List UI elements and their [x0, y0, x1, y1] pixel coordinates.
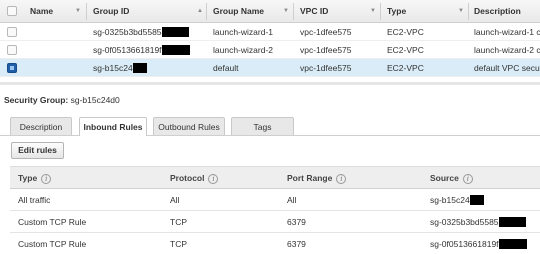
vpc-id-cell: vpc-1dfee575: [300, 27, 352, 37]
tab-description[interactable]: Description: [10, 117, 72, 136]
rule-protocol-cell: All: [170, 195, 180, 205]
description-cell: default VPC security: [474, 63, 540, 73]
edit-rules-button[interactable]: Edit rules: [11, 142, 64, 159]
row-checkbox-checked[interactable]: [7, 63, 17, 73]
sort-icon[interactable]: ▼: [75, 0, 81, 23]
tab-tags[interactable]: Tags: [231, 117, 294, 136]
rule-protocol-cell: TCP: [170, 217, 187, 227]
tab-inbound-rules[interactable]: Inbound Rules: [79, 117, 147, 136]
rule-row: Custom TCP Rule TCP 6379 sg-0325b3bd5585: [10, 211, 540, 233]
description-cell: launch-wizard-2 cr: [474, 45, 540, 55]
group-id-cell: sg-0f0513661819f: [93, 41, 206, 59]
vpc-id-cell: vpc-1dfee575: [300, 45, 352, 55]
security-groups-table: Name ▼ Group ID ▲ Group Name ▼ VPC ID ▼ …: [0, 0, 540, 77]
type-cell: EC2-VPC: [387, 27, 424, 37]
column-header-group-name[interactable]: Group Name: [213, 0, 264, 23]
vpc-id-cell: vpc-1dfee575: [300, 63, 352, 73]
group-name-cell: default: [213, 63, 239, 73]
rule-source-cell: sg-0f0513661819f: [430, 233, 540, 254]
group-name-cell: launch-wizard-2: [213, 45, 273, 55]
rule-port-range-cell: 6379: [287, 217, 306, 227]
column-header-source: Source i: [430, 167, 473, 190]
group-id-cell: sg-b15c24: [93, 59, 206, 77]
redaction-bar: [498, 238, 527, 249]
security-group-value: sg-b15c24d0: [70, 95, 120, 105]
column-header-name[interactable]: Name: [30, 0, 53, 23]
column-header-group-id[interactable]: Group ID: [93, 0, 129, 23]
info-icon[interactable]: i: [336, 173, 347, 184]
column-header-type: Type i: [18, 167, 52, 190]
info-icon[interactable]: i: [208, 173, 219, 184]
redaction-bar: [132, 62, 147, 73]
table-row[interactable]: sg-0325b3bd5585 launch-wizard-1 vpc-1dfe…: [0, 23, 540, 41]
info-icon[interactable]: i: [462, 173, 473, 184]
security-group-heading: Security Group: sg-b15c24d0: [4, 95, 120, 105]
column-header-description[interactable]: Description: [474, 0, 521, 23]
redaction-bar: [161, 26, 189, 37]
description-cell: launch-wizard-1 cr: [474, 27, 540, 37]
pane-resize-handle[interactable]: [0, 82, 540, 85]
rule-row: Custom TCP Rule TCP 6379 sg-0f0513661819…: [10, 233, 540, 254]
rule-type-cell: All traffic: [18, 195, 51, 205]
sort-icon[interactable]: ▼: [283, 0, 289, 23]
name-cell: [30, 59, 85, 77]
rule-port-range-cell: 6379: [287, 239, 306, 249]
table-row[interactable]: sg-0f0513661819f launch-wizard-2 vpc-1df…: [0, 41, 540, 59]
rule-type-cell: Custom TCP Rule: [18, 239, 87, 249]
table-row-selected[interactable]: sg-b15c24 default vpc-1dfee575 EC2-VPC d…: [0, 59, 540, 77]
redaction-bar: [161, 44, 190, 55]
rule-type-cell: Custom TCP Rule: [18, 217, 87, 227]
security-groups-header: Name ▼ Group ID ▲ Group Name ▼ VPC ID ▼ …: [0, 0, 540, 23]
sort-icon[interactable]: ▼: [458, 0, 464, 23]
rule-protocol-cell: TCP: [170, 239, 187, 249]
rule-port-range-cell: All: [287, 195, 297, 205]
inbound-rules-header: Type i Protocol i Port Range i Source i: [10, 166, 540, 189]
type-cell: EC2-VPC: [387, 63, 424, 73]
redaction-bar: [469, 194, 484, 205]
group-id-cell: sg-0325b3bd5585: [93, 23, 206, 41]
row-checkbox[interactable]: [7, 27, 17, 37]
column-header-protocol: Protocol i: [170, 167, 219, 190]
rule-row: All traffic All All sg-b15c24: [10, 189, 540, 211]
type-cell: EC2-VPC: [387, 45, 424, 55]
redaction-bar: [498, 216, 526, 227]
column-header-type[interactable]: Type: [387, 0, 406, 23]
name-cell: [30, 23, 85, 41]
sort-ascending-icon[interactable]: ▲: [197, 0, 203, 23]
column-header-vpc-id[interactable]: VPC ID: [300, 0, 328, 23]
rule-source-cell: sg-b15c24: [430, 189, 540, 211]
details-tabs: Description Inbound Rules Outbound Rules…: [0, 117, 540, 136]
sort-icon[interactable]: ▼: [370, 0, 376, 23]
tab-outbound-rules[interactable]: Outbound Rules: [153, 117, 225, 136]
column-header-port-range: Port Range i: [287, 167, 347, 190]
row-checkbox[interactable]: [7, 45, 17, 55]
rule-source-cell: sg-0325b3bd5585: [430, 211, 540, 233]
info-icon[interactable]: i: [41, 173, 52, 184]
security-group-label: Security Group:: [4, 95, 69, 105]
select-all-checkbox[interactable]: [7, 6, 17, 16]
name-cell: [30, 41, 85, 59]
group-name-cell: launch-wizard-1: [213, 27, 273, 37]
